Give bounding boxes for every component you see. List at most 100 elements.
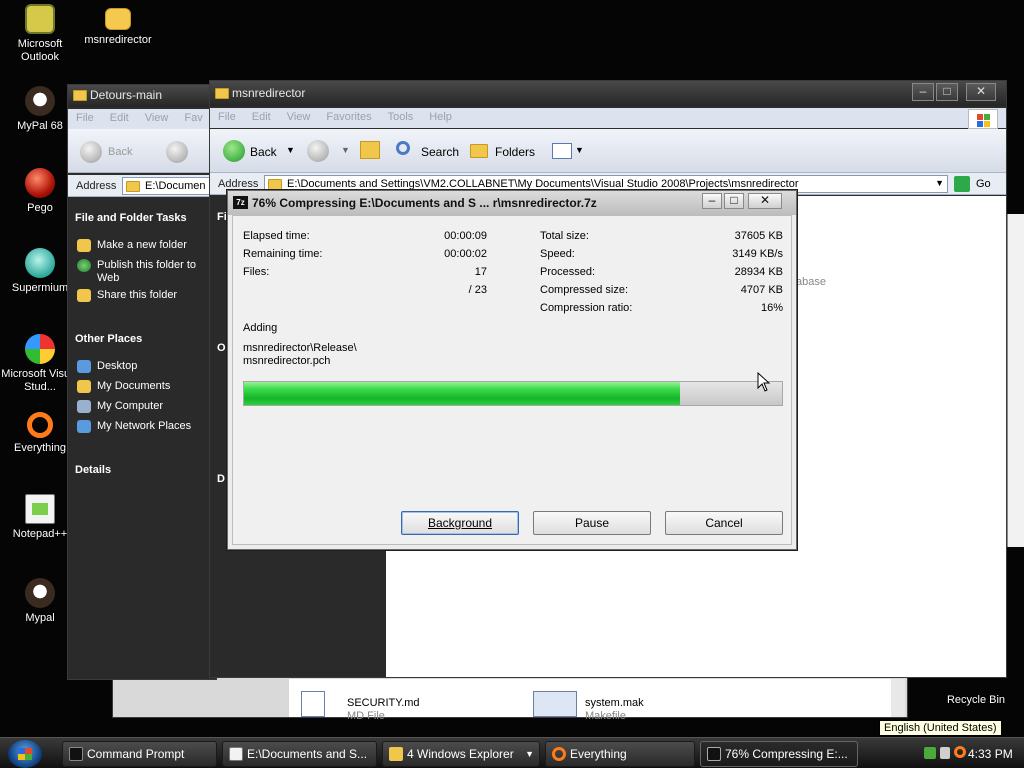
progress-fill	[244, 382, 680, 405]
window-title: Detours-main	[90, 88, 163, 102]
group-dropdown-icon[interactable]: ▼	[525, 742, 534, 766]
files-value: 17	[474, 266, 487, 278]
taskbar-notepad[interactable]: E:\Documents and S...	[222, 741, 377, 767]
network-icon[interactable]	[924, 747, 936, 759]
place-my-computer[interactable]: My Computer	[77, 400, 163, 413]
title-bar[interactable]: msnredirector ‒ □ ✕	[210, 81, 1006, 106]
current-path-line2: msnredirector.pch	[243, 355, 331, 367]
place-desktop[interactable]: Desktop	[77, 360, 137, 373]
bg-explorer-window[interactable]: Detours-main File Edit View Fav Back Addres…	[67, 84, 218, 680]
files-label: Files:	[243, 266, 270, 278]
menu-file[interactable]: File	[68, 109, 102, 124]
folder-icon	[389, 747, 403, 761]
processed-value: 28934 KB	[734, 266, 783, 278]
total-size-label: Total size:	[540, 230, 589, 242]
file-name[interactable]: system.mak	[585, 697, 644, 709]
place-my-documents[interactable]: My Documents	[77, 380, 170, 393]
start-button[interactable]	[8, 740, 42, 768]
address-value: E:\Documen	[145, 180, 206, 192]
clock[interactable]: 4:33 PM	[968, 747, 1013, 761]
back-arrow-icon[interactable]	[80, 141, 102, 163]
cancel-button-label: Cancel	[705, 516, 743, 530]
everything-tray-icon[interactable]	[954, 746, 966, 758]
scrollbar[interactable]	[891, 679, 905, 717]
go-arrow-icon[interactable]	[954, 176, 970, 192]
minimize-button[interactable]: ‒	[702, 193, 722, 209]
cancel-button[interactable]: Cancel	[665, 511, 783, 535]
back-button[interactable]: Back	[108, 146, 132, 158]
taskbar-everything[interactable]: Everything	[545, 741, 695, 767]
supermium-icon	[25, 248, 55, 278]
compression-ratio-label: Compression ratio:	[540, 302, 633, 314]
toolbar: Back	[68, 129, 216, 173]
go-button[interactable]: Go	[976, 178, 991, 190]
back-dropdown-icon[interactable]: ▼	[286, 145, 295, 155]
menu-edit[interactable]: Edit	[102, 109, 137, 124]
compression-ratio-value: 16%	[760, 302, 783, 314]
menu-help[interactable]: Help	[421, 108, 460, 123]
taskbar: Command Prompt E:\Documents and S... 4 W…	[0, 737, 1024, 768]
task-make-folder[interactable]: Make a new folder	[77, 239, 212, 252]
system-tray: 4:33 PM	[916, 741, 1024, 767]
views-icon[interactable]	[552, 143, 572, 159]
close-button[interactable]: ✕	[748, 193, 782, 209]
volume-icon[interactable]	[940, 747, 950, 759]
menu-tools[interactable]: Tools	[380, 108, 422, 123]
back-button[interactable]: Back	[250, 145, 277, 159]
elapsed-value: 00:00:09	[444, 230, 487, 242]
taskbar-windows-explorer[interactable]: 4 Windows Explorer ▼	[382, 741, 540, 767]
desktop-icon-msnredirector[interactable]: msnredirector	[78, 4, 158, 47]
details-header-partial: D	[217, 473, 225, 485]
maximize-button[interactable]: □	[724, 193, 744, 209]
compression-dialog[interactable]: 7z 76% Compressing E:\Documents and S ..…	[227, 190, 797, 550]
minimize-button[interactable]: ‒	[912, 83, 934, 101]
notepad-icon	[229, 747, 243, 761]
menu-file[interactable]: File	[210, 108, 244, 123]
menu-view[interactable]: View	[279, 108, 319, 123]
search-button[interactable]: Search	[421, 145, 459, 159]
maximize-button[interactable]: □	[936, 83, 958, 101]
desktop-icon-outlook[interactable]: Microsoft Outlook	[0, 4, 80, 64]
background-button[interactable]: Background	[401, 511, 519, 535]
7zip-icon: 7z	[233, 196, 248, 209]
toolbar: Back ▼ ▼ Search Folders ▼	[210, 129, 1006, 173]
dialog-title-bar[interactable]: 7z 76% Compressing E:\Documents and S ..…	[228, 191, 796, 215]
menu-view[interactable]: View	[137, 109, 177, 124]
folders-button[interactable]: Folders	[495, 145, 535, 159]
taskbar-command-prompt[interactable]: Command Prompt	[62, 741, 217, 767]
address-input[interactable]: E:\Documen	[122, 177, 218, 195]
language-tooltip: English (United States)	[879, 720, 1002, 736]
task-label: Make a new folder	[97, 239, 187, 251]
window-title: msnredirector	[232, 86, 306, 100]
pause-button[interactable]: Pause	[533, 511, 651, 535]
folder-icon	[126, 181, 140, 192]
forward-dropdown-icon[interactable]: ▼	[341, 145, 350, 155]
current-path-line1: msnredirector\Release\	[243, 342, 357, 354]
globe-icon	[77, 259, 91, 272]
file-type: MD File	[347, 710, 385, 722]
forward-arrow-icon[interactable]	[166, 141, 188, 163]
back-arrow-icon[interactable]	[223, 140, 245, 162]
task-share-folder[interactable]: Share this folder	[77, 289, 212, 302]
close-button[interactable]: ✕	[966, 83, 996, 101]
up-folder-icon[interactable]	[360, 141, 380, 159]
7zip-icon	[707, 747, 721, 761]
menu-favorites[interactable]: Favorites	[318, 108, 379, 123]
remaining-value: 00:00:02	[444, 248, 487, 260]
menu-edit[interactable]: Edit	[244, 108, 279, 123]
address-dropdown-icon[interactable]: ▼	[935, 178, 944, 188]
files-pane: SECURITY.md MD File system.mak Makefile	[289, 679, 891, 722]
taskbar-7zip[interactable]: 76% Compressing E:...	[700, 741, 858, 767]
place-my-network[interactable]: My Network Places	[77, 420, 191, 433]
title-bar[interactable]: Detours-main	[68, 85, 216, 107]
forward-arrow-icon[interactable]	[307, 140, 329, 162]
task-publish-folder[interactable]: Publish this folder to Web	[77, 259, 212, 285]
files-window: SECURITY.md MD File system.mak Makefile	[112, 676, 908, 722]
language-tooltip-text: English (United States)	[884, 722, 997, 734]
views-dropdown-icon[interactable]: ▼	[575, 145, 584, 155]
file-name[interactable]: SECURITY.md	[347, 697, 420, 709]
folder-icon	[77, 239, 91, 252]
taskbar-label: E:\Documents and S...	[247, 747, 368, 761]
desktop-icon-label: msnredirector	[84, 34, 152, 46]
menu-favorites[interactable]: Fav	[176, 109, 210, 124]
